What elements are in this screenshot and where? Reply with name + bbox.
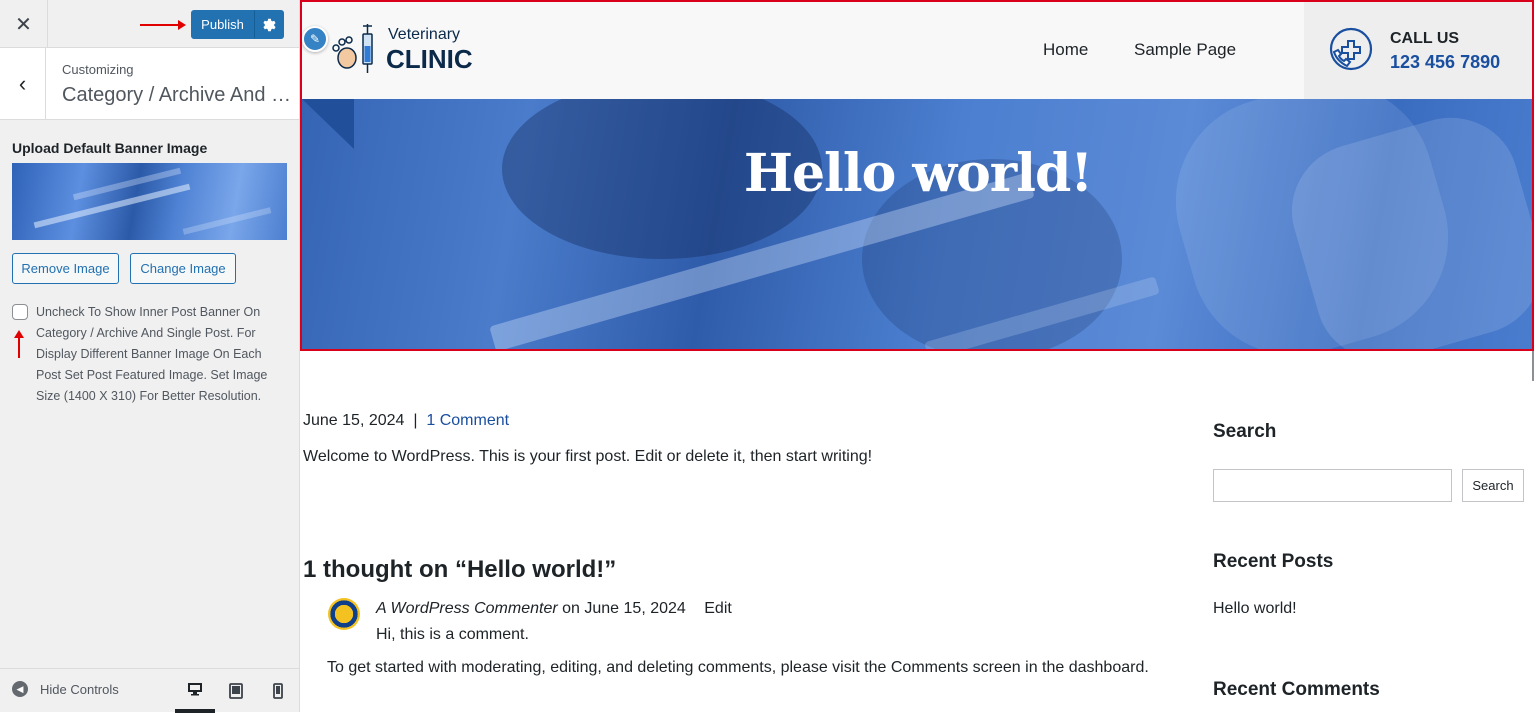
- customizing-label: Customizing: [62, 62, 134, 77]
- customizer-topbar: ✕ Publish: [0, 0, 299, 48]
- site-preview: ✎ Veterinary CLINIC Home Sample Page CAL…: [300, 0, 1536, 712]
- hero-banner: Hello world!: [302, 99, 1532, 349]
- close-icon: ✕: [15, 13, 32, 36]
- collapse-icon: ◀: [12, 681, 28, 697]
- nav-home-link[interactable]: Home: [1043, 40, 1088, 60]
- hero-corner-decoration: [302, 99, 354, 149]
- checkbox-description: Uncheck To Show Inner Post Banner On Cat…: [36, 305, 268, 403]
- customizer-sidebar: ✕ Publish ‹ Customizing Category / Archi…: [0, 0, 300, 713]
- tablet-icon: [229, 683, 243, 699]
- device-desktop-button[interactable]: [175, 669, 215, 713]
- hide-controls-button[interactable]: ◀ Hide Controls: [12, 681, 119, 697]
- customizer-footer: ◀ Hide Controls: [0, 668, 299, 713]
- site-logo[interactable]: [330, 20, 380, 76]
- device-mobile-button[interactable]: [258, 669, 298, 713]
- comment-text-line1: Hi, this is a comment.: [376, 626, 529, 643]
- syringe-paw-icon: [332, 24, 373, 73]
- comment-date[interactable]: June 15, 2024: [584, 600, 685, 617]
- comments-heading: 1 thought on “Hello world!”: [303, 556, 617, 583]
- comment-edit-link[interactable]: Edit: [704, 600, 732, 617]
- annotation-arrow-right: [140, 20, 186, 30]
- change-image-button[interactable]: Change Image: [130, 253, 236, 284]
- edit-shortcut-pencil-icon[interactable]: ✎: [302, 26, 328, 52]
- search-widget-title: Search: [1213, 421, 1277, 442]
- call-us-box: CALL US 123 456 7890: [1304, 2, 1532, 99]
- post-meta: June 15, 2024 | 1 Comment: [303, 412, 509, 430]
- site-header: ✎ Veterinary CLINIC Home Sample Page CAL…: [302, 2, 1532, 99]
- banner-image-thumbnail[interactable]: [12, 163, 287, 240]
- chevron-left-icon: ‹: [18, 70, 27, 96]
- medical-phone-icon: [1329, 27, 1373, 71]
- device-tablet-button[interactable]: [216, 669, 256, 713]
- publish-settings-button[interactable]: [254, 10, 284, 39]
- inner-banner-checkbox[interactable]: [12, 304, 28, 320]
- logo-text-veterinary: Veterinary: [388, 26, 461, 43]
- nav-sample-page-link[interactable]: Sample Page: [1134, 40, 1236, 60]
- call-us-label: CALL US: [1390, 30, 1460, 47]
- comment-text-line2: To get started with moderating, editing,…: [327, 659, 1149, 676]
- comment-meta: A WordPress Commenter on June 15, 2024 E…: [376, 600, 732, 618]
- desktop-icon: [188, 683, 202, 696]
- post-body: Welcome to WordPress. This is your first…: [303, 448, 873, 465]
- comments-link[interactable]: 1 Comment: [426, 412, 509, 429]
- commenter-avatar: [328, 598, 360, 630]
- meta-separator: |: [413, 412, 418, 429]
- selected-header-frame: ✎ Veterinary CLINIC Home Sample Page CAL…: [300, 0, 1534, 351]
- call-us-number[interactable]: 123 456 7890: [1390, 52, 1500, 73]
- close-customizer-button[interactable]: ✕: [0, 0, 48, 48]
- search-button[interactable]: Search: [1462, 469, 1524, 502]
- hide-controls-label: Hide Controls: [40, 681, 119, 697]
- hero-title: Hello world!: [743, 143, 1093, 204]
- remove-image-button[interactable]: Remove Image: [12, 253, 119, 284]
- section-title: Category / Archive And Single Post: [62, 84, 294, 106]
- recent-post-item[interactable]: Hello world!: [1213, 600, 1297, 618]
- publish-button[interactable]: Publish: [191, 10, 254, 39]
- comment-author[interactable]: A WordPress Commenter: [376, 600, 558, 617]
- recent-posts-title: Recent Posts: [1213, 551, 1334, 572]
- recent-comments-title: Recent Comments: [1213, 679, 1380, 700]
- annotation-arrow-up: [14, 330, 24, 358]
- publish-group: Publish: [191, 10, 284, 39]
- post-date: June 15, 2024: [303, 412, 405, 429]
- back-button[interactable]: ‹: [0, 48, 46, 119]
- section-header: ‹ Customizing Category / Archive And Sin…: [0, 48, 299, 120]
- scrollbar[interactable]: [1532, 351, 1534, 381]
- logo-text-clinic: CLINIC: [386, 44, 473, 74]
- gear-icon: [263, 18, 276, 31]
- banner-control-label: Upload Default Banner Image: [12, 140, 208, 156]
- mobile-icon: [273, 683, 283, 699]
- search-input[interactable]: [1213, 469, 1452, 502]
- comment-on-word: on: [562, 600, 580, 617]
